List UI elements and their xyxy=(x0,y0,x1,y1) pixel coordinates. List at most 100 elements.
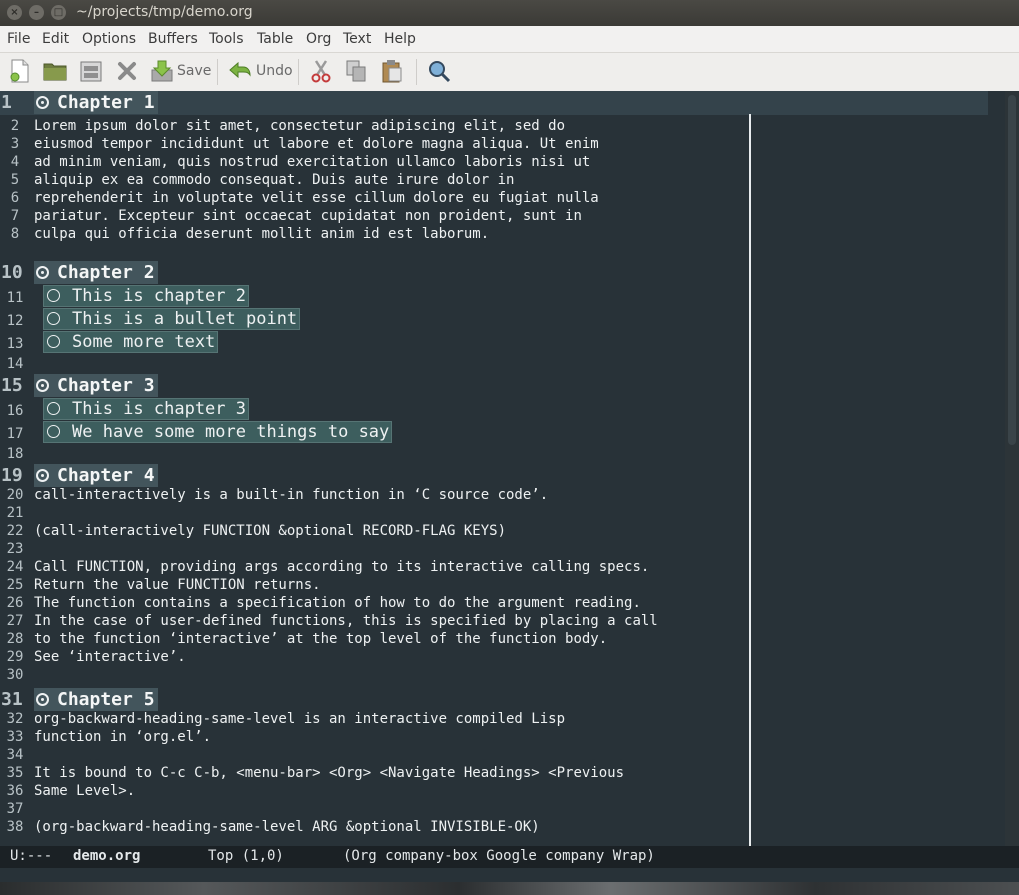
text-line: 35 It is bound to C-c C-b, <menu-bar> <Or… xyxy=(0,764,1005,782)
menu-table[interactable]: Table xyxy=(257,31,293,47)
org-list-item[interactable]: This is chapter 2 xyxy=(43,285,249,307)
line-number: 34 xyxy=(6,747,24,763)
text-line: 3 eiusmod tempor incididunt ut labore et … xyxy=(0,135,1005,153)
echo-area xyxy=(0,868,1019,882)
menu-org[interactable]: Org xyxy=(306,31,331,47)
maximize-window-icon[interactable]: □ xyxy=(51,5,66,20)
list-item-text: This is chapter 2 xyxy=(72,286,246,306)
vertical-scrollbar[interactable] xyxy=(1005,91,1019,846)
line-text: (call-interactively FUNCTION &optional R… xyxy=(34,523,507,539)
org-heading[interactable]: Chapter 1 xyxy=(34,91,158,114)
org-heading[interactable]: Chapter 4 xyxy=(34,464,158,487)
scrollbar-thumb[interactable] xyxy=(1008,95,1016,445)
line-number: 4 xyxy=(10,154,20,170)
close-window-icon[interactable]: × xyxy=(7,5,22,20)
copy-button[interactable] xyxy=(345,59,367,83)
mode-line: U:--- demo.org Top (1,0) (Org company-bo… xyxy=(0,846,1019,868)
toolbar-separator xyxy=(217,59,218,85)
org-list-item[interactable]: This is a bullet point xyxy=(43,308,301,330)
desktop-background xyxy=(0,882,1019,895)
search-button[interactable] xyxy=(427,59,451,83)
line-number: 21 xyxy=(6,505,24,521)
list-item-text: We have some more things to say xyxy=(72,422,390,442)
bullet-line: 12 This is a bullet point xyxy=(0,308,1005,331)
toolbar: Save Undo xyxy=(0,53,1019,92)
list-item-text: This is chapter 3 xyxy=(72,399,246,419)
list-item-text: Some more text xyxy=(72,332,216,352)
org-list-item[interactable]: We have some more things to say xyxy=(43,421,393,443)
heading-line: 19 Chapter 4 xyxy=(0,464,1005,488)
bullet-line: 13 Some more text xyxy=(0,331,1005,354)
line-number: 2 xyxy=(10,118,20,134)
org-heading[interactable]: Chapter 3 xyxy=(34,374,158,397)
menu-buffers[interactable]: Buffers xyxy=(148,31,198,47)
line-number: 10 xyxy=(1,262,23,283)
heading-bullet-icon xyxy=(36,379,49,392)
save-button[interactable]: Save xyxy=(151,59,211,83)
open-folder-button[interactable] xyxy=(43,59,67,83)
line-number: 19 xyxy=(1,465,23,486)
text-line: 37 xyxy=(0,800,1005,818)
menu-help[interactable]: Help xyxy=(384,31,416,47)
list-bullet-icon xyxy=(47,312,60,325)
line-number: 6 xyxy=(10,190,20,206)
open-directory-button[interactable] xyxy=(79,59,103,83)
heading-line: 15 Chapter 3 xyxy=(0,374,1005,398)
text-line: 25 Return the value FUNCTION returns. xyxy=(0,576,1005,594)
line-text: aliquip ex ea commodo consequat. Duis au… xyxy=(34,172,515,188)
undo-arrow-icon xyxy=(229,61,251,79)
list-bullet-icon xyxy=(47,289,60,302)
heading-bullet-icon xyxy=(36,96,49,109)
org-heading[interactable]: Chapter 5 xyxy=(34,688,158,711)
line-text: org-backward-heading-same-level is an in… xyxy=(34,711,566,727)
line-number: 30 xyxy=(6,667,24,683)
text-line: 38 (org-backward-heading-same-level ARG &… xyxy=(0,818,1005,836)
paste-button[interactable] xyxy=(381,59,403,83)
heading-bullet-icon xyxy=(36,266,49,279)
org-list-item[interactable]: This is chapter 3 xyxy=(43,398,249,420)
file-cabinet-icon xyxy=(80,61,102,82)
line-number: 37 xyxy=(6,801,24,817)
editor-buffer[interactable]: 1 Chapter 1 2 Lorem ipsum dolor sit amet, c… xyxy=(0,91,1019,846)
line-number: 27 xyxy=(6,613,24,629)
major-minor-modes[interactable]: (Org company-box Google company Wrap) xyxy=(343,848,655,864)
bullet-line: 17 We have some more things to say xyxy=(0,421,1005,444)
heading-bullet-icon xyxy=(36,693,49,706)
menu-tools[interactable]: Tools xyxy=(209,31,244,47)
line-number: 13 xyxy=(6,336,24,352)
buffer-status: U:--- xyxy=(10,848,53,864)
close-x-icon xyxy=(118,62,136,80)
line-text: See ‘interactive’. xyxy=(34,649,186,665)
buffer-name[interactable]: demo.org xyxy=(73,848,140,864)
menu-text[interactable]: Text xyxy=(343,31,371,47)
new-file-button[interactable] xyxy=(9,59,31,83)
heading-text: Chapter 2 xyxy=(57,262,155,283)
undo-button[interactable]: Undo xyxy=(228,59,293,83)
org-list-item[interactable]: Some more text xyxy=(43,331,219,353)
toolbar-separator xyxy=(298,59,299,85)
text-line: 21 xyxy=(0,504,1005,522)
text-line: 8 culpa qui officia deserunt mollit anim … xyxy=(0,225,1005,243)
menu-options[interactable]: Options xyxy=(82,31,136,47)
list-bullet-icon xyxy=(47,335,60,348)
line-number: 25 xyxy=(6,577,24,593)
minimize-window-icon[interactable]: – xyxy=(29,5,44,20)
line-text: culpa qui officia deserunt mollit anim i… xyxy=(34,226,490,242)
org-heading[interactable]: Chapter 2 xyxy=(34,261,158,284)
heading-text: Chapter 4 xyxy=(57,465,155,486)
line-text: (org-backward-heading-same-level ARG &op… xyxy=(34,819,540,835)
menu-edit[interactable]: Edit xyxy=(42,31,69,47)
menu-file[interactable]: File xyxy=(7,31,30,47)
text-line: 5 aliquip ex ea commodo consequat. Duis a… xyxy=(0,171,1005,189)
line-number: 31 xyxy=(1,689,23,710)
cut-button[interactable] xyxy=(310,59,332,83)
line-number: 26 xyxy=(6,595,24,611)
line-text: Call FUNCTION, providing args according … xyxy=(34,559,650,575)
cursor-position: Top (1,0) xyxy=(208,848,284,864)
text-line: 26 The function contains a specification … xyxy=(0,594,1005,612)
close-buffer-button[interactable] xyxy=(116,59,138,83)
line-text: function in ‘org.el’. xyxy=(34,729,212,745)
text-line: 14 xyxy=(0,355,1005,373)
text-line: 27 In the case of user-defined functions,… xyxy=(0,612,1005,630)
text-line: 33 function in ‘org.el’. xyxy=(0,728,1005,746)
